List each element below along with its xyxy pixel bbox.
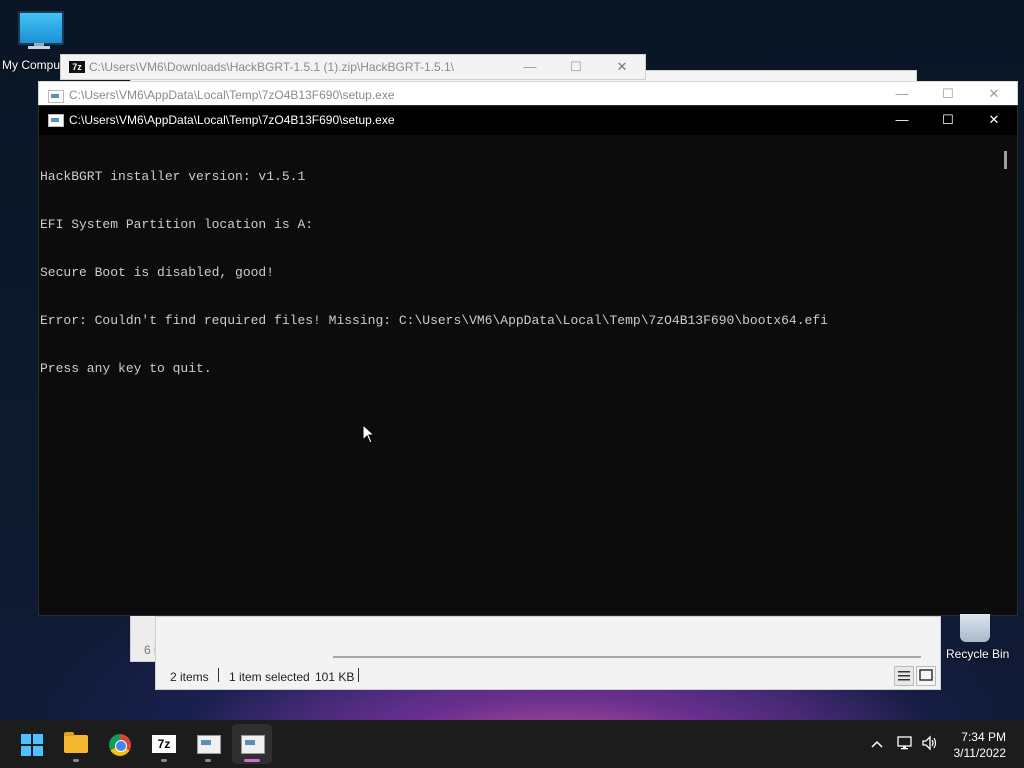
console-taskbar-icon	[197, 735, 221, 754]
console-maximize-button[interactable]: ☐	[925, 108, 971, 132]
taskbar: 7z	[0, 720, 1024, 768]
large-icons-view-button[interactable]	[916, 666, 936, 686]
console-line: Press any key to quit.	[40, 361, 212, 376]
clock-time: 7:34 PM	[961, 730, 1006, 744]
console-back-close-button[interactable]: ✕	[971, 82, 1017, 106]
chevron-up-icon[interactable]	[870, 737, 884, 751]
console-line: HackBGRT installer version: v1.5.1	[40, 169, 306, 184]
console-error-line: Error: Couldn't find required files! Mis…	[40, 313, 828, 328]
status-size: 101 KB	[315, 670, 355, 684]
console-app-icon	[48, 114, 64, 127]
status-item-count: 2 items	[170, 670, 209, 684]
windows-start-icon	[21, 734, 43, 756]
sevenzip-taskbar-icon: 7z	[152, 735, 176, 753]
console-window[interactable]: C:\Users\VM6\AppData\Local\Temp\7zO4B13F…	[38, 105, 1018, 616]
chrome-icon	[109, 734, 131, 756]
sevenzip-window-title: C:\Users\VM6\Downloads\HackBGRT-1.5.1 (1…	[89, 60, 455, 74]
console-vertical-scrollbar-thumb[interactable]	[1004, 151, 1007, 169]
console-line: EFI System Partition location is A:	[40, 217, 314, 232]
console-close-button[interactable]: ✕	[971, 108, 1017, 132]
sevenzip-maximize-button[interactable]: ☐	[553, 55, 599, 79]
status-selected: 1 item selected	[229, 670, 310, 684]
console-line: Secure Boot is disabled, good!	[40, 265, 275, 280]
horizontal-scrollbar[interactable]	[333, 656, 921, 658]
console-back-maximize-button[interactable]: ☐	[925, 82, 971, 106]
recycle-bin-icon	[960, 614, 990, 642]
taskbar-file-explorer[interactable]	[56, 724, 96, 764]
console-output[interactable]: HackBGRT installer version: v1.5.1 EFI S…	[40, 137, 1000, 607]
console-minimize-button[interactable]: —	[879, 108, 925, 132]
network-icon[interactable]	[896, 735, 914, 751]
status-separator	[358, 668, 359, 682]
taskbar-7zip[interactable]: 7z	[144, 724, 184, 764]
sevenzip-side-pane: 6 i	[130, 616, 157, 661]
details-view-button[interactable]	[894, 666, 914, 686]
sevenzip-minimize-button[interactable]: —	[507, 55, 553, 79]
taskbar-chrome[interactable]	[100, 724, 140, 764]
console-taskbar-icon	[241, 735, 265, 754]
recycle-bin-label: Recycle Bin	[946, 647, 1010, 661]
console-back-minimize-button[interactable]: —	[879, 82, 925, 106]
console-titlebar[interactable]: C:\Users\VM6\AppData\Local\Temp\7zO4B13F…	[39, 106, 1017, 135]
taskbar-console[interactable]	[188, 724, 228, 764]
console-title: C:\Users\VM6\AppData\Local\Temp\7zO4B13F…	[69, 113, 395, 127]
monitor-icon	[18, 11, 64, 45]
folder-icon	[64, 732, 88, 753]
status-separator	[218, 668, 219, 682]
mouse-cursor-icon	[362, 424, 376, 444]
my-computer-label: My Compu	[2, 58, 61, 72]
console-back-title: C:\Users\VM6\AppData\Local\Temp\7zO4B13F…	[69, 88, 395, 102]
taskbar-console-active[interactable]	[232, 724, 272, 764]
sevenzip-close-button[interactable]: ✕	[599, 55, 645, 79]
taskbar-clock[interactable]: 7:34 PM 3/11/2022	[950, 729, 1007, 761]
start-button[interactable]	[12, 724, 52, 764]
clock-date: 3/11/2022	[953, 746, 1007, 760]
volume-icon[interactable]	[921, 735, 939, 751]
sevenzip-icon: 7z	[69, 61, 85, 73]
tiles-view-icon	[919, 669, 933, 681]
details-view-icon	[898, 671, 910, 681]
console-app-icon	[48, 90, 64, 103]
sevenzip-window-titlebar[interactable]: 7z C:\Users\VM6\Downloads\HackBGRT-1.5.1…	[60, 54, 646, 80]
